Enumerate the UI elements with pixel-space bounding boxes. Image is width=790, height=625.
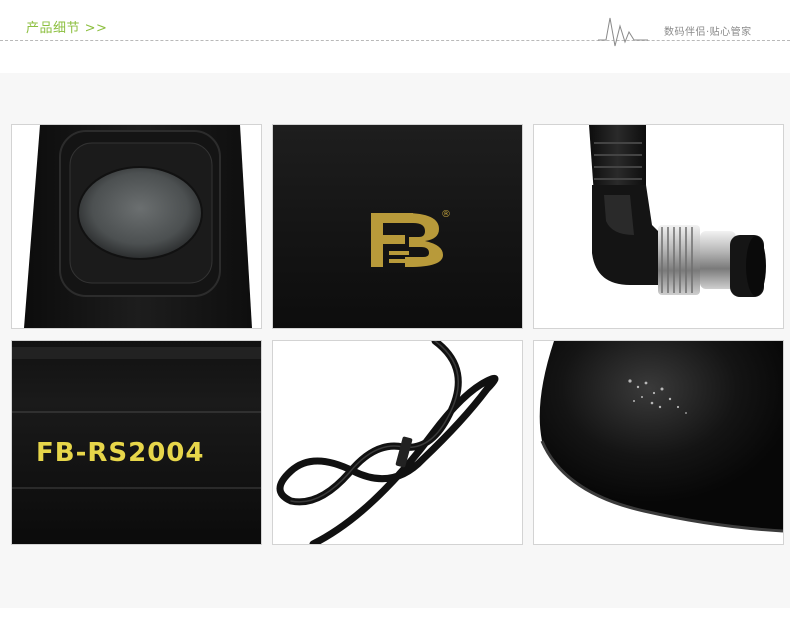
dashed-divider bbox=[0, 40, 790, 41]
model-label: FB-RS2004 bbox=[36, 438, 204, 468]
heartbeat-icon bbox=[598, 17, 648, 47]
page-header: 产品细节 >> 数码伴侣·贴心管家 bbox=[0, 0, 790, 72]
detail-image-model: FB-RS2004 bbox=[11, 340, 262, 545]
detail-image-connector bbox=[533, 124, 784, 329]
registered-mark: ® bbox=[441, 209, 451, 220]
section-title: 产品细节 >> bbox=[26, 21, 108, 36]
detail-image-button bbox=[11, 124, 262, 329]
detail-image-logo: ® bbox=[272, 124, 523, 329]
detail-image-body bbox=[533, 340, 784, 545]
slogan-text: 数码伴侣·贴心管家 bbox=[664, 27, 752, 38]
detail-image-cable bbox=[272, 340, 523, 545]
